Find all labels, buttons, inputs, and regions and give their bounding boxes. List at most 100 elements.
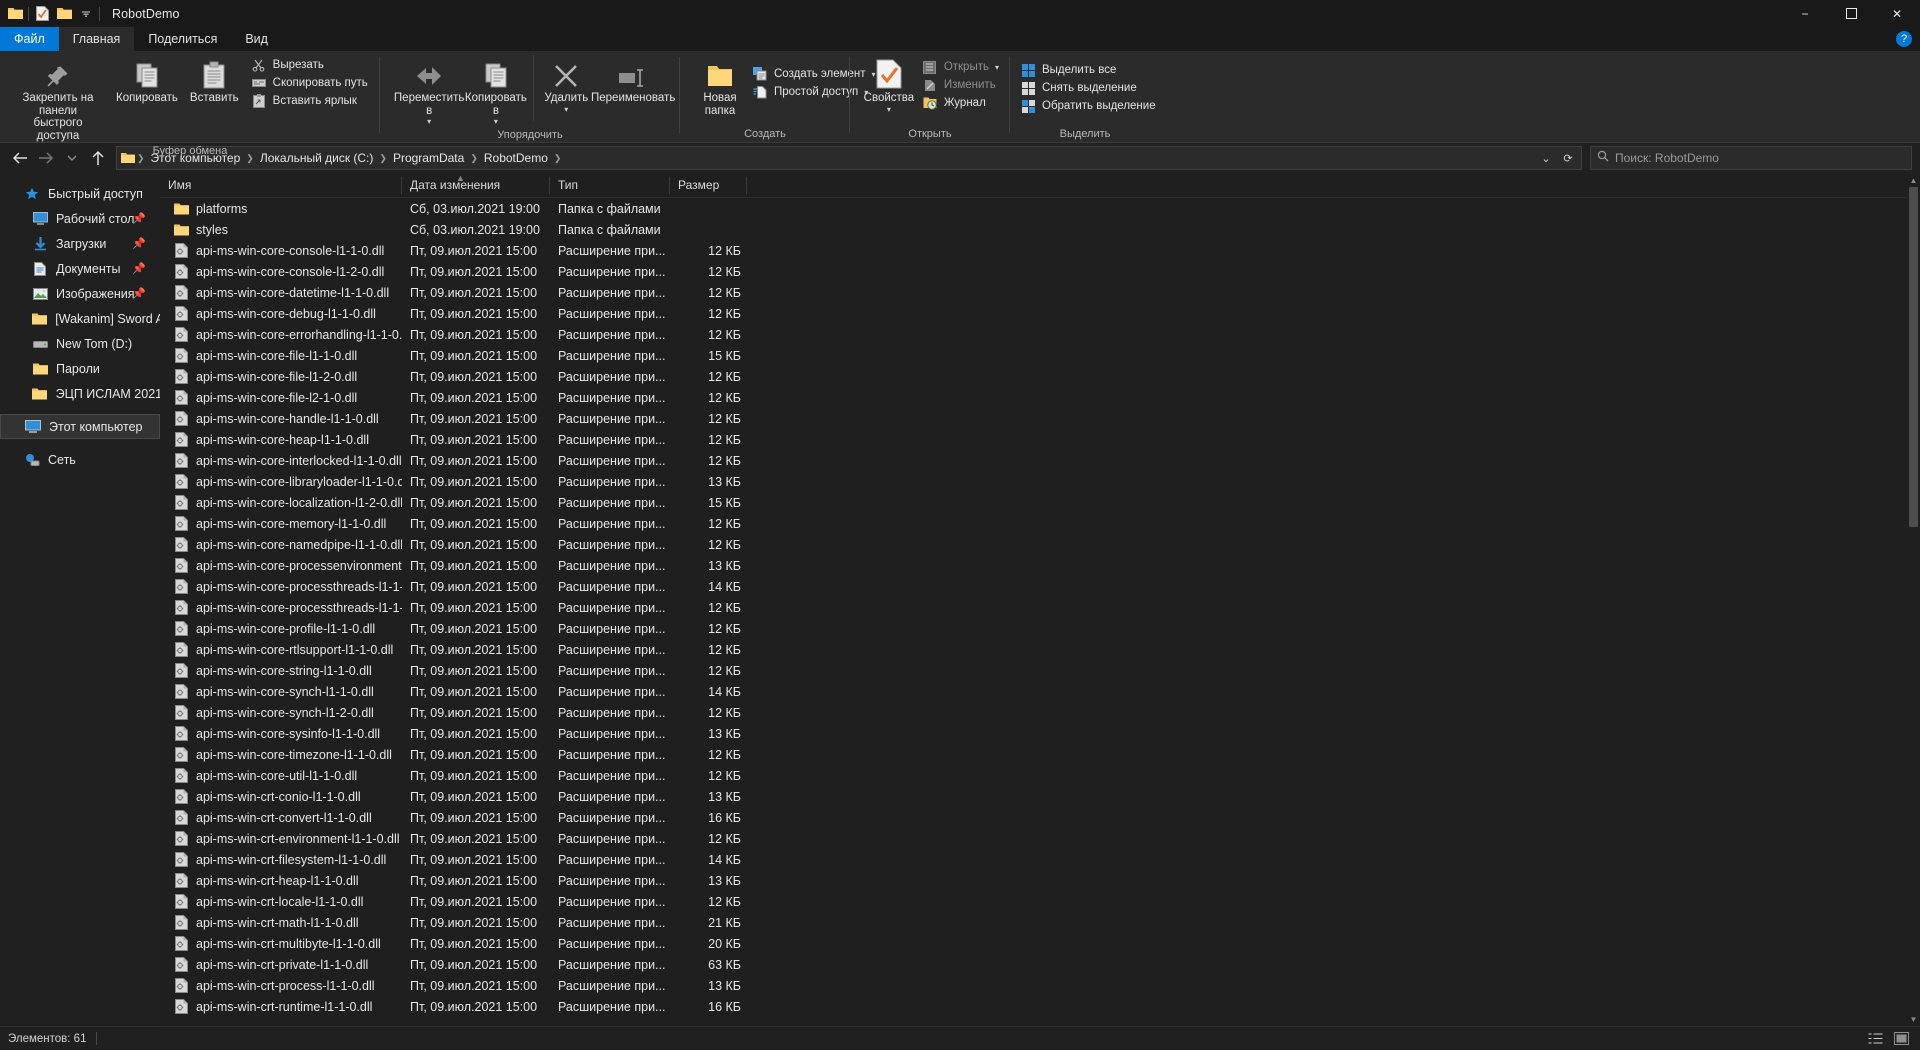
file-name-cell[interactable]: api-ms-win-core-string-l1-1-0.dll bbox=[160, 663, 402, 679]
table-row[interactable]: api-ms-win-core-file-l2-1-0.dll Пт, 09.ию… bbox=[160, 387, 1907, 408]
delete-button[interactable]: Удалить ▾ bbox=[540, 55, 592, 116]
file-name-cell[interactable]: api-ms-win-core-file-l1-2-0.dll bbox=[160, 369, 402, 385]
table-row[interactable]: api-ms-win-core-file-l1-1-0.dll Пт, 09.ию… bbox=[160, 345, 1907, 366]
file-name-cell[interactable]: api-ms-win-core-console-l1-2-0.dll bbox=[160, 264, 402, 280]
file-name-cell[interactable]: api-ms-win-core-console-l1-1-0.dll bbox=[160, 243, 402, 259]
chevron-down-icon[interactable]: ▾ bbox=[427, 118, 431, 126]
file-name-cell[interactable]: api-ms-win-crt-heap-l1-1-0.dll bbox=[160, 873, 402, 889]
table-row[interactable]: api-ms-win-core-console-l1-1-0.dll Пт, 09… bbox=[160, 240, 1907, 261]
table-row[interactable]: api-ms-win-core-profile-l1-1-0.dll Пт, 09… bbox=[160, 618, 1907, 639]
copy-button[interactable]: Копировать bbox=[110, 55, 184, 107]
table-row[interactable]: api-ms-win-core-processenvironment-l1...… bbox=[160, 555, 1907, 576]
tab-share[interactable]: Поделиться bbox=[134, 27, 231, 51]
sidebar-item-this-pc[interactable]: Этот компьютер bbox=[0, 414, 160, 439]
breadcrumb-item-robotdemo[interactable]: RobotDemo bbox=[479, 147, 553, 169]
cut-button[interactable]: Вырезать bbox=[249, 56, 373, 74]
table-row[interactable]: api-ms-win-core-file-l1-2-0.dll Пт, 09.ию… bbox=[160, 366, 1907, 387]
table-row[interactable]: api-ms-win-core-processthreads-l1-1-0.dl… bbox=[160, 576, 1907, 597]
copy-to-button[interactable]: Копировать в ▾ bbox=[464, 55, 527, 128]
breadcrumb-separator[interactable]: ❯ bbox=[553, 153, 563, 164]
file-name-cell[interactable]: api-ms-win-core-timezone-l1-1-0.dll bbox=[160, 747, 402, 763]
tab-view[interactable]: Вид bbox=[231, 27, 282, 51]
file-name-cell[interactable]: api-ms-win-core-interlocked-l1-1-0.dll bbox=[160, 453, 402, 469]
tab-file[interactable]: Файл bbox=[0, 27, 59, 51]
close-button[interactable]: ✕ bbox=[1874, 0, 1920, 27]
table-row[interactable]: api-ms-win-crt-conio-l1-1-0.dll Пт, 09.ию… bbox=[160, 786, 1907, 807]
column-header-name[interactable]: Имя bbox=[160, 173, 402, 198]
paste-button[interactable]: Вставить bbox=[184, 55, 245, 107]
table-row[interactable]: api-ms-win-crt-environment-l1-1-0.dll Пт,… bbox=[160, 828, 1907, 849]
open-button[interactable]: Открыть ▾ bbox=[920, 58, 1004, 76]
file-name-cell[interactable]: api-ms-win-crt-environment-l1-1-0.dll bbox=[160, 831, 402, 847]
table-row[interactable]: api-ms-win-core-libraryloader-l1-1-0.dll… bbox=[160, 471, 1907, 492]
file-name-cell[interactable]: api-ms-win-crt-math-l1-1-0.dll bbox=[160, 915, 402, 931]
file-name-cell[interactable]: api-ms-win-core-processthreads-l1-1-0.dl… bbox=[160, 579, 402, 595]
scroll-down-arrow[interactable]: ▼ bbox=[1910, 1012, 1918, 1026]
file-name-cell[interactable]: api-ms-win-crt-locale-l1-1-0.dll bbox=[160, 894, 402, 910]
table-row[interactable]: api-ms-win-crt-convert-l1-1-0.dll Пт, 09.… bbox=[160, 807, 1907, 828]
file-name-cell[interactable]: api-ms-win-core-file-l1-1-0.dll bbox=[160, 348, 402, 364]
folder-icon[interactable] bbox=[4, 3, 26, 25]
breadcrumb-separator[interactable]: ❯ bbox=[469, 153, 479, 164]
file-name-cell[interactable]: api-ms-win-core-synch-l1-2-0.dll bbox=[160, 705, 402, 721]
file-name-cell[interactable]: styles bbox=[160, 222, 402, 238]
scrollbar-track[interactable] bbox=[1907, 187, 1920, 1012]
table-row[interactable]: styles Сб, 03.июл.2021 19:00 Папка с файла… bbox=[160, 219, 1907, 240]
table-row[interactable]: api-ms-win-core-errorhandling-l1-1-0.dll… bbox=[160, 324, 1907, 345]
file-name-cell[interactable]: api-ms-win-core-libraryloader-l1-1-0.dll bbox=[160, 474, 402, 490]
table-row[interactable]: api-ms-win-core-processthreads-l1-1-1.dl… bbox=[160, 597, 1907, 618]
maximize-button[interactable] bbox=[1828, 0, 1874, 27]
table-row[interactable]: platforms Сб, 03.июл.2021 19:00 Папка с фа… bbox=[160, 198, 1907, 219]
chevron-down-icon[interactable]: ▾ bbox=[887, 105, 891, 114]
sidebar-item-ecp-islam-2021[interactable]: ЭЦП ИСЛАМ 2021 bbox=[0, 381, 160, 406]
table-row[interactable]: api-ms-win-core-console-l1-2-0.dll Пт, 09… bbox=[160, 261, 1907, 282]
table-row[interactable]: api-ms-win-core-string-l1-1-0.dll Пт, 09.… bbox=[160, 660, 1907, 681]
move-to-button[interactable]: Переместить в ▾ bbox=[394, 55, 464, 128]
column-header-size[interactable]: Размер bbox=[670, 173, 747, 198]
chevron-down-icon[interactable]: ▾ bbox=[995, 63, 999, 72]
table-row[interactable]: api-ms-win-core-localization-l1-2-0.dll П… bbox=[160, 492, 1907, 513]
copy-path-button[interactable]: Скопировать путь bbox=[249, 74, 373, 92]
help-icon[interactable]: ? bbox=[1896, 31, 1912, 47]
file-name-cell[interactable]: api-ms-win-core-handle-l1-1-0.dll bbox=[160, 411, 402, 427]
sidebar-item-pictures[interactable]: Изображения 📌 bbox=[0, 281, 160, 306]
table-row[interactable]: api-ms-win-core-interlocked-l1-1-0.dll Пт… bbox=[160, 450, 1907, 471]
table-row[interactable]: api-ms-win-crt-math-l1-1-0.dll Пт, 09.июл… bbox=[160, 912, 1907, 933]
table-row[interactable]: api-ms-win-core-namedpipe-l1-1-0.dll Пт, … bbox=[160, 534, 1907, 555]
sidebar-item-quick-access[interactable]: Быстрый доступ bbox=[0, 181, 160, 206]
large-icons-view-icon[interactable] bbox=[1890, 1029, 1912, 1049]
table-row[interactable]: api-ms-win-core-sysinfo-l1-1-0.dll Пт, 09… bbox=[160, 723, 1907, 744]
sidebar-item-documents[interactable]: Документы 📌 bbox=[0, 256, 160, 281]
file-name-cell[interactable]: api-ms-win-crt-private-l1-1-0.dll bbox=[160, 957, 402, 973]
file-name-cell[interactable]: api-ms-win-core-heap-l1-1-0.dll bbox=[160, 432, 402, 448]
file-name-cell[interactable]: api-ms-win-core-errorhandling-l1-1-0.dll bbox=[160, 327, 402, 343]
table-row[interactable]: api-ms-win-crt-private-l1-1-0.dll Пт, 09.… bbox=[160, 954, 1907, 975]
chevron-down-icon[interactable]: ▾ bbox=[564, 105, 568, 114]
file-name-cell[interactable]: platforms bbox=[160, 201, 402, 217]
new-folder-button[interactable]: Новая папка bbox=[694, 55, 746, 119]
file-name-cell[interactable]: api-ms-win-crt-multibyte-l1-1-0.dll bbox=[160, 936, 402, 952]
table-row[interactable]: api-ms-win-core-memory-l1-1-0.dll Пт, 09.… bbox=[160, 513, 1907, 534]
table-row[interactable]: api-ms-win-core-datetime-l1-1-0.dll Пт, 0… bbox=[160, 282, 1907, 303]
breadcrumb-item-programdata[interactable]: ProgramData bbox=[388, 147, 469, 169]
properties-check-icon[interactable] bbox=[31, 3, 53, 25]
file-name-cell[interactable]: api-ms-win-core-localization-l1-2-0.dll bbox=[160, 495, 402, 511]
table-row[interactable]: api-ms-win-core-util-l1-1-0.dll Пт, 09.ию… bbox=[160, 765, 1907, 786]
rename-button[interactable]: Переименовать bbox=[591, 55, 675, 107]
file-name-cell[interactable]: api-ms-win-crt-convert-l1-1-0.dll bbox=[160, 810, 402, 826]
scrollbar-thumb[interactable] bbox=[1909, 187, 1918, 527]
details-view-icon[interactable] bbox=[1864, 1029, 1886, 1049]
file-name-cell[interactable]: api-ms-win-crt-conio-l1-1-0.dll bbox=[160, 789, 402, 805]
select-all-button[interactable]: Выделить все bbox=[1018, 61, 1161, 79]
table-row[interactable]: api-ms-win-crt-locale-l1-1-0.dll Пт, 09.и… bbox=[160, 891, 1907, 912]
file-name-cell[interactable]: api-ms-win-crt-runtime-l1-1-0.dll bbox=[160, 999, 402, 1015]
file-name-cell[interactable]: api-ms-win-core-debug-l1-1-0.dll bbox=[160, 306, 402, 322]
file-name-cell[interactable]: api-ms-win-crt-filesystem-l1-1-0.dll bbox=[160, 852, 402, 868]
folder-icon[interactable] bbox=[53, 3, 75, 25]
file-name-cell[interactable]: api-ms-win-core-memory-l1-1-0.dll bbox=[160, 516, 402, 532]
file-name-cell[interactable]: api-ms-win-core-processenvironment-l1... bbox=[160, 558, 402, 574]
chevron-down-icon[interactable]: ▾ bbox=[494, 118, 498, 126]
sidebar-item-network[interactable]: Сеть bbox=[0, 447, 160, 472]
scroll-up-arrow[interactable]: ▲ bbox=[1910, 173, 1918, 187]
file-name-cell[interactable]: api-ms-win-core-processthreads-l1-1-1.dl… bbox=[160, 600, 402, 616]
